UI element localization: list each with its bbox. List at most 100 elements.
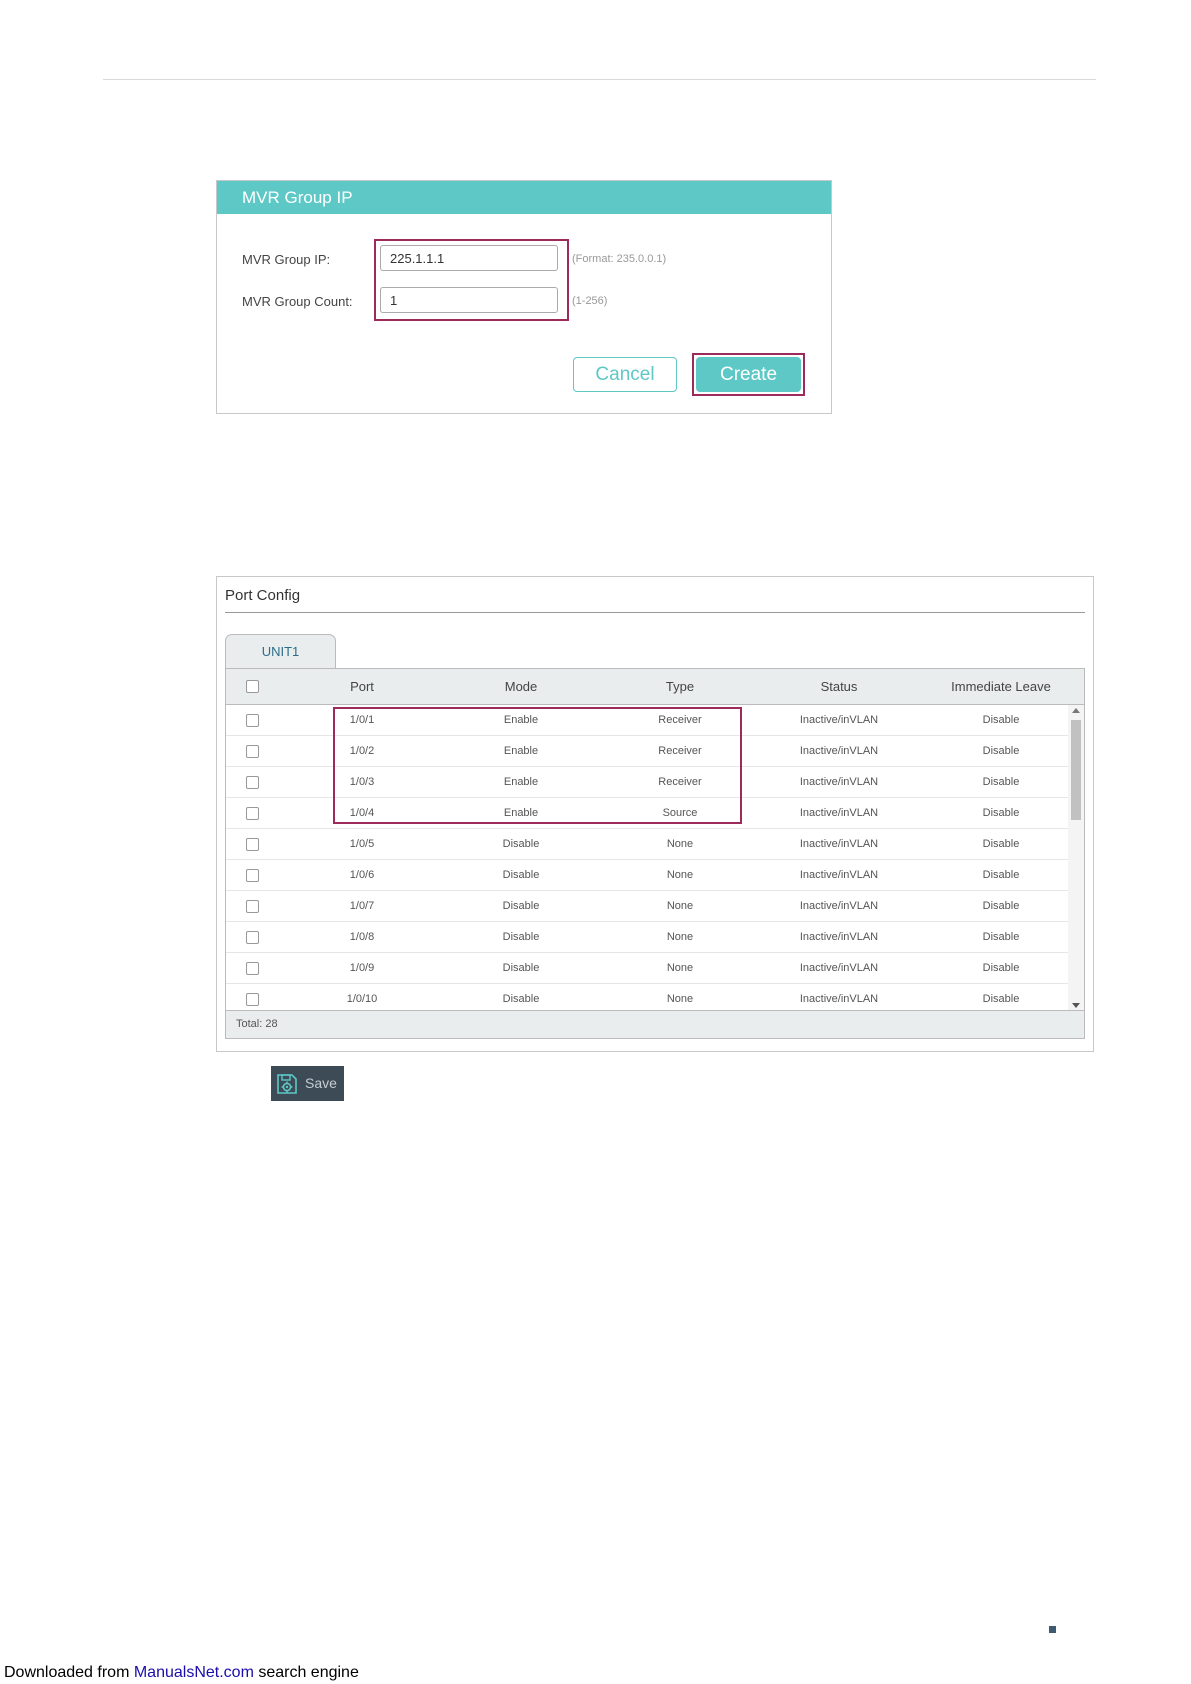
table-row[interactable]: 1/0/8 Disable None Inactive/inVLAN Disab… [226,922,1068,953]
mode-cell: Enable [503,714,539,726]
port-cell: 1/0/8 [349,931,375,943]
immediate-leave-cell: Disable [982,745,1020,757]
port-cell: 1/0/7 [349,900,375,912]
immediate-leave-cell: Disable [982,776,1020,788]
status-cell: Inactive/inVLAN [799,714,879,726]
row-checkbox[interactable] [246,776,259,789]
cancel-button[interactable]: Cancel [573,357,677,392]
mode-cell: Enable [503,776,539,788]
table-row[interactable]: 1/0/7 Disable None Inactive/inVLAN Disab… [226,891,1068,922]
immediate-leave-cell: Disable [982,931,1020,943]
type-cell: None [666,838,694,850]
type-cell: Receiver [658,714,702,726]
mode-cell: Disable [502,962,540,974]
download-footer: Downloaded from ManualsNet.com search en… [4,1664,359,1682]
table-row[interactable]: 1/0/1 Enable Receiver Inactive/inVLAN Di… [226,705,1068,736]
row-checkbox[interactable] [246,807,259,820]
immediate-leave-cell: Disable [982,714,1020,726]
mode-cell: Disable [502,838,540,850]
page-top-divider [103,79,1096,80]
status-cell: Inactive/inVLAN [799,931,879,943]
status-cell: Inactive/inVLAN [799,745,879,757]
table-row[interactable]: 1/0/4 Enable Source Inactive/inVLAN Disa… [226,798,1068,829]
group-ip-input[interactable] [380,245,558,271]
port-cell: 1/0/1 [349,714,375,726]
group-count-input[interactable] [380,287,558,313]
table-row[interactable]: 1/0/6 Disable None Inactive/inVLAN Disab… [226,860,1068,891]
table-row[interactable]: 1/0/2 Enable Receiver Inactive/inVLAN Di… [226,736,1068,767]
manualsnet-link[interactable]: ManualsNet.com [134,1664,254,1681]
tab-unit1[interactable]: UNIT1 [225,634,336,668]
group-count-range-hint: (1-256) [572,295,608,307]
status-cell: Inactive/inVLAN [799,869,879,881]
row-checkbox[interactable] [246,838,259,851]
immediate-leave-cell: Disable [982,869,1020,881]
status-cell: Inactive/inVLAN [799,807,879,819]
row-checkbox[interactable] [246,745,259,758]
port-cell: 1/0/2 [349,745,375,757]
column-header-type[interactable]: Type [635,669,725,704]
group-ip-label: MVR Group IP: [242,252,331,267]
create-button[interactable]: Create [696,357,801,392]
immediate-leave-cell: Disable [982,807,1020,819]
row-checkbox[interactable] [246,900,259,913]
port-cell: 1/0/5 [349,838,375,850]
immediate-leave-cell: Disable [982,838,1020,850]
group-count-label: MVR Group Count: [242,294,353,309]
mode-cell: Disable [502,931,540,943]
column-header-port[interactable]: Port [317,669,407,704]
save-gear-icon [277,1074,297,1094]
mode-cell: Enable [503,745,539,757]
footer-suffix: search engine [253,1664,359,1681]
port-table: Port Mode Type Status Immediate Leave 1/… [225,668,1085,1039]
column-header-immediate-leave[interactable]: Immediate Leave [921,669,1081,704]
column-header-mode[interactable]: Mode [476,669,566,704]
row-checkbox[interactable] [246,714,259,727]
table-footer: Total: 28 [226,1010,1084,1038]
scroll-thumb[interactable] [1071,720,1081,820]
save-label: Save [305,1075,337,1091]
immediate-leave-cell: Disable [982,962,1020,974]
status-cell: Inactive/inVLAN [799,838,879,850]
row-checkbox[interactable] [246,931,259,944]
table-header: Port Mode Type Status Immediate Leave [226,669,1084,705]
footer-prefix: Downloaded from [4,1664,134,1681]
select-all-checkbox[interactable] [246,680,259,693]
status-cell: Inactive/inVLAN [799,962,879,974]
type-cell: None [666,931,694,943]
mode-cell: Disable [502,869,540,881]
dialog-title: MVR Group IP [217,181,831,214]
port-config-title: Port Config [225,587,301,604]
mvr-group-ip-dialog: MVR Group IP MVR Group IP: (Format: 235.… [216,180,832,414]
port-cell: 1/0/3 [349,776,375,788]
save-button[interactable]: Save [271,1066,344,1101]
port-cell: 1/0/9 [349,962,375,974]
group-ip-format-hint: (Format: 235.0.0.1) [572,253,667,265]
table-scrollbar[interactable] [1068,705,1084,1012]
table-row[interactable]: 1/0/9 Disable None Inactive/inVLAN Disab… [226,953,1068,984]
port-cell: 1/0/6 [349,869,375,881]
type-cell: None [666,962,694,974]
scroll-down-arrow-icon[interactable] [1072,1003,1080,1008]
status-cell: Inactive/inVLAN [799,776,879,788]
port-config-panel: Port Config UNIT1 Port Mode Type Status … [216,576,1094,1052]
scroll-up-arrow-icon[interactable] [1072,708,1080,713]
table-row[interactable]: 1/0/3 Enable Receiver Inactive/inVLAN Di… [226,767,1068,798]
mode-cell: Disable [502,900,540,912]
port-cell: 1/0/4 [349,807,375,819]
row-checkbox[interactable] [246,869,259,882]
row-checkbox[interactable] [246,962,259,975]
type-cell: Source [662,807,698,819]
row-checkbox[interactable] [246,993,259,1006]
status-cell: Inactive/inVLAN [799,900,879,912]
mode-cell: Enable [503,807,539,819]
type-cell: Receiver [658,776,702,788]
type-cell: None [666,869,694,881]
total-count: Total: 28 [236,1018,278,1030]
column-header-status[interactable]: Status [781,669,897,704]
table-row[interactable]: 1/0/5 Disable None Inactive/inVLAN Disab… [226,829,1068,860]
type-cell: None [666,900,694,912]
page-marker [1049,1626,1056,1633]
type-cell: Receiver [658,745,702,757]
immediate-leave-cell: Disable [982,900,1020,912]
